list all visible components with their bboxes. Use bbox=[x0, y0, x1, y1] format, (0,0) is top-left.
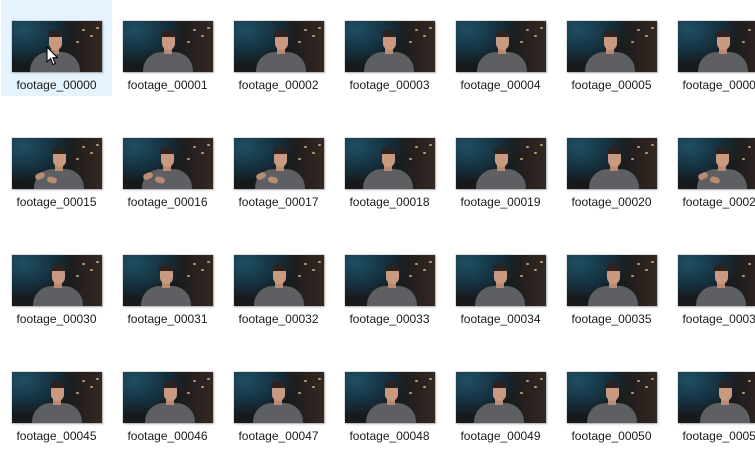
file-item[interactable]: footage_00035 bbox=[556, 234, 667, 330]
file-item[interactable]: footage_00051 bbox=[667, 351, 755, 447]
file-name-label: footage_00033 bbox=[349, 312, 430, 326]
file-item[interactable]: footage_00000 bbox=[1, 0, 112, 96]
file-item[interactable]: footage_00049 bbox=[445, 351, 556, 447]
file-name-label: footage_00017 bbox=[238, 195, 319, 209]
thumbnail-image bbox=[345, 21, 435, 72]
file-item[interactable]: footage_00016 bbox=[112, 117, 223, 213]
file-name-label: footage_00020 bbox=[571, 195, 652, 209]
file-item[interactable]: footage_00032 bbox=[223, 234, 334, 330]
file-item[interactable]: footage_00017 bbox=[223, 117, 334, 213]
file-name-label: footage_00019 bbox=[460, 195, 541, 209]
file-item[interactable]: footage_00005 bbox=[556, 0, 667, 96]
file-name-label: footage_00006 bbox=[682, 78, 755, 92]
file-item[interactable]: footage_00047 bbox=[223, 351, 334, 447]
thumbnail-image bbox=[234, 255, 324, 306]
thumbnail-image bbox=[456, 372, 546, 423]
file-name-label: footage_00047 bbox=[238, 429, 319, 443]
file-name-label: footage_00018 bbox=[349, 195, 430, 209]
file-item[interactable]: footage_00015 bbox=[1, 117, 112, 213]
file-item[interactable]: footage_00045 bbox=[1, 351, 112, 447]
thumbnail-image bbox=[567, 138, 657, 189]
file-grid: footage_00000 footage_00001 footage_00002 f… bbox=[0, 0, 755, 450]
file-name-label: footage_00016 bbox=[127, 195, 208, 209]
file-item[interactable]: footage_00030 bbox=[1, 234, 112, 330]
thumbnail-image bbox=[234, 21, 324, 72]
file-item[interactable]: footage_00020 bbox=[556, 117, 667, 213]
file-name-label: footage_00049 bbox=[460, 429, 541, 443]
thumbnail-image bbox=[456, 138, 546, 189]
file-item[interactable]: footage_00050 bbox=[556, 351, 667, 447]
file-name-label: footage_00032 bbox=[238, 312, 319, 326]
file-item[interactable]: footage_00031 bbox=[112, 234, 223, 330]
file-item[interactable]: footage_00018 bbox=[334, 117, 445, 213]
file-name-label: footage_00030 bbox=[16, 312, 97, 326]
file-name-label: footage_00034 bbox=[460, 312, 541, 326]
file-item[interactable]: footage_00004 bbox=[445, 0, 556, 96]
file-name-label: footage_00051 bbox=[682, 429, 755, 443]
file-item[interactable]: footage_00003 bbox=[334, 0, 445, 96]
thumbnail-image bbox=[12, 21, 102, 72]
file-item[interactable]: footage_00021 bbox=[667, 117, 755, 213]
file-name-label: footage_00003 bbox=[349, 78, 430, 92]
file-name-label: footage_00000 bbox=[16, 78, 97, 92]
file-item[interactable]: footage_00006 bbox=[667, 0, 755, 96]
file-item[interactable]: footage_00046 bbox=[112, 351, 223, 447]
thumbnail-image bbox=[123, 372, 213, 423]
thumbnail-image bbox=[678, 255, 755, 306]
thumbnail-image bbox=[567, 255, 657, 306]
file-name-label: footage_00050 bbox=[571, 429, 652, 443]
thumbnail-image bbox=[567, 372, 657, 423]
file-name-label: footage_00004 bbox=[460, 78, 541, 92]
file-name-label: footage_00035 bbox=[571, 312, 652, 326]
file-name-label: footage_00001 bbox=[127, 78, 208, 92]
file-item[interactable]: footage_00002 bbox=[223, 0, 334, 96]
thumbnail-image bbox=[123, 255, 213, 306]
thumbnail-image bbox=[456, 255, 546, 306]
file-item[interactable]: footage_00019 bbox=[445, 117, 556, 213]
thumbnail-image bbox=[234, 138, 324, 189]
thumbnail-image bbox=[345, 372, 435, 423]
thumbnail-image bbox=[123, 21, 213, 72]
file-name-label: footage_00002 bbox=[238, 78, 319, 92]
thumbnail-image bbox=[345, 255, 435, 306]
file-item[interactable]: footage_00033 bbox=[334, 234, 445, 330]
thumbnail-image bbox=[678, 372, 755, 423]
file-item[interactable]: footage_00001 bbox=[112, 0, 223, 96]
file-item[interactable]: footage_00036 bbox=[667, 234, 755, 330]
file-name-label: footage_00021 bbox=[682, 195, 755, 209]
thumbnail-image bbox=[678, 21, 755, 72]
thumbnail-image bbox=[12, 255, 102, 306]
thumbnail-image bbox=[567, 21, 657, 72]
thumbnail-image bbox=[345, 138, 435, 189]
file-name-label: footage_00045 bbox=[16, 429, 97, 443]
thumbnail-image bbox=[123, 138, 213, 189]
file-name-label: footage_00031 bbox=[127, 312, 208, 326]
file-item[interactable]: footage_00048 bbox=[334, 351, 445, 447]
file-item[interactable]: footage_00034 bbox=[445, 234, 556, 330]
file-name-label: footage_00005 bbox=[571, 78, 652, 92]
file-name-label: footage_00036 bbox=[682, 312, 755, 326]
file-name-label: footage_00015 bbox=[16, 195, 97, 209]
thumbnail-image bbox=[456, 21, 546, 72]
file-name-label: footage_00046 bbox=[127, 429, 208, 443]
thumbnail-image bbox=[678, 138, 755, 189]
thumbnail-image bbox=[234, 372, 324, 423]
thumbnail-image bbox=[12, 138, 102, 189]
file-name-label: footage_00048 bbox=[349, 429, 430, 443]
thumbnail-image bbox=[12, 372, 102, 423]
